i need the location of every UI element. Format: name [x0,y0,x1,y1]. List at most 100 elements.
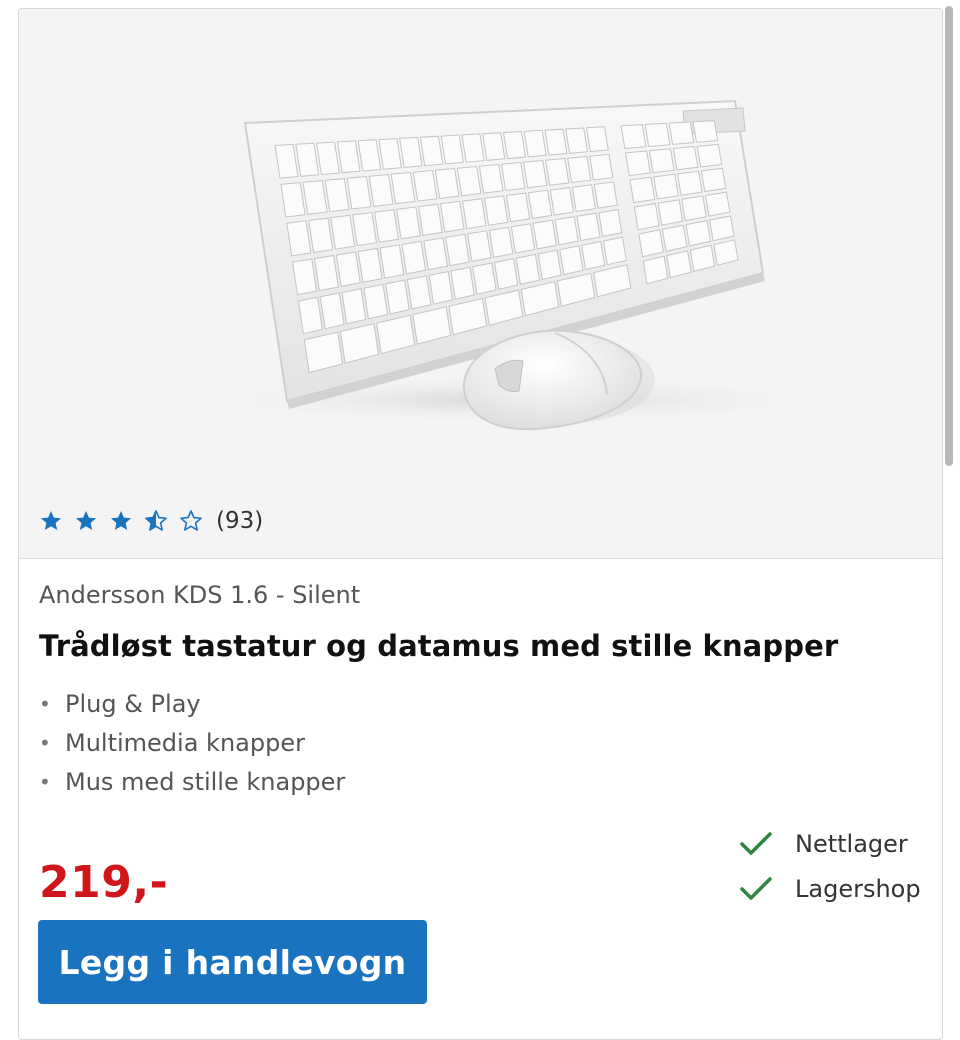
keyboard-key [335,251,361,287]
keyboard-key [565,127,589,154]
product-brand-model[interactable]: Andersson KDS 1.6 - Silent [39,581,360,609]
keyboard-key [505,192,531,223]
star-empty-icon [180,510,202,531]
keyboard-key [319,292,345,330]
keyboard-key [461,198,487,230]
star-full-icon [41,511,61,530]
star-full-icon [76,511,96,530]
star-rating[interactable]: (93) [39,507,263,535]
keyboard-key [709,215,735,242]
keyboard-key [589,153,614,181]
keyboard-key [544,128,568,156]
availability-lagershop: Lagershop [739,866,921,911]
keyboard-key [461,133,485,163]
keyboard-key [390,171,416,205]
keyboard-key [419,135,444,167]
keyboard-key [488,226,514,258]
keyboard-key [559,245,584,276]
keyboard-key [352,211,378,247]
keyboard-key [423,237,448,271]
keyboard-key [357,247,383,283]
check-icon [740,831,772,855]
keyboard-key [292,258,318,296]
keyboard-key [502,130,527,160]
keyboard-key [324,178,350,213]
keyboard-key [549,187,575,216]
keyboard-key [515,253,540,286]
product-image[interactable] [215,95,775,455]
keyboard-key [445,233,470,267]
keyboard-key [500,161,526,192]
keyboard-key [585,126,609,153]
keyboard-key [571,184,596,213]
keyboard-key [482,132,506,161]
star-half-icon [145,510,167,531]
keyboard-key [522,159,548,189]
availability-label: Nettlager [795,829,908,858]
product-card[interactable]: (93) Andersson KDS 1.6 - Silent Trådløst… [18,8,943,1040]
keyboard-key [478,163,504,194]
keyboard-key [576,212,601,242]
keyboard-key [527,189,553,219]
check-icon [740,876,772,900]
keyboard-key [681,195,707,222]
keyboard-key [280,182,306,218]
keyboard-key [493,258,519,290]
keyboard-key [374,209,399,243]
keyboard-key [644,122,671,148]
keyboard-key [598,209,623,237]
keyboard-key [642,255,669,285]
keyboard-key [629,176,656,204]
keyboard-key [439,200,465,233]
keyboard-key [510,223,536,254]
keyboard-key [523,129,547,158]
keyboard-key [692,120,719,143]
product-title[interactable]: Trådløst tastatur og datamus med stille … [39,629,838,663]
keyboard-key [567,155,592,184]
keyboard-key [330,214,356,250]
keyboard-key [418,203,443,236]
keyboard-key [638,229,664,258]
availability-label: Lagershop [795,874,921,903]
feature-item: Plug & Play [39,685,345,724]
keyboard-key [554,216,579,246]
keyboard-key [624,150,651,177]
keyboard-key [700,167,727,193]
keyboard-key [313,254,339,292]
keyboard-key [696,143,723,168]
keyboard-key [297,296,323,335]
keyboard-key [672,146,699,171]
keyboard-key [406,275,432,310]
keyboard-key [378,138,402,170]
rating-count[interactable]: (93) [216,508,263,534]
keyboard-key [668,121,695,145]
keyboard-key [379,244,405,279]
keyboard-key [593,181,618,209]
add-to-cart-button[interactable]: Legg i handlevogn [38,920,427,1004]
keyboard-key [302,180,328,215]
keyboard-key [396,206,421,240]
product-image-area[interactable]: (93) [19,9,942,559]
feature-list: Plug & Play Multimedia knapper Mus med s… [39,685,345,802]
keyboard-key [467,230,492,262]
keyboard-key [456,165,482,197]
keyboard-key [581,240,606,271]
keyboard-key [401,240,427,275]
availability-nettlager: Nettlager [739,821,921,866]
keyboard-key [545,157,570,186]
keyboard-key [412,169,438,202]
keyboard-key [676,170,703,196]
keyboard-key [440,134,464,165]
product-price: 219,- [39,857,169,908]
keyboard-key [428,271,454,305]
keyboard-key [385,279,410,315]
star-full-icon [111,511,131,530]
keyboard-key [399,136,423,168]
keyboard-key [368,173,394,207]
keyboard-key [704,191,731,217]
keyboard-key [341,288,367,325]
scrollbar[interactable] [945,6,953,466]
keyboard-key [648,148,675,174]
availability-list: Nettlager Lagershop [739,821,921,911]
keyboard-key [434,167,460,199]
